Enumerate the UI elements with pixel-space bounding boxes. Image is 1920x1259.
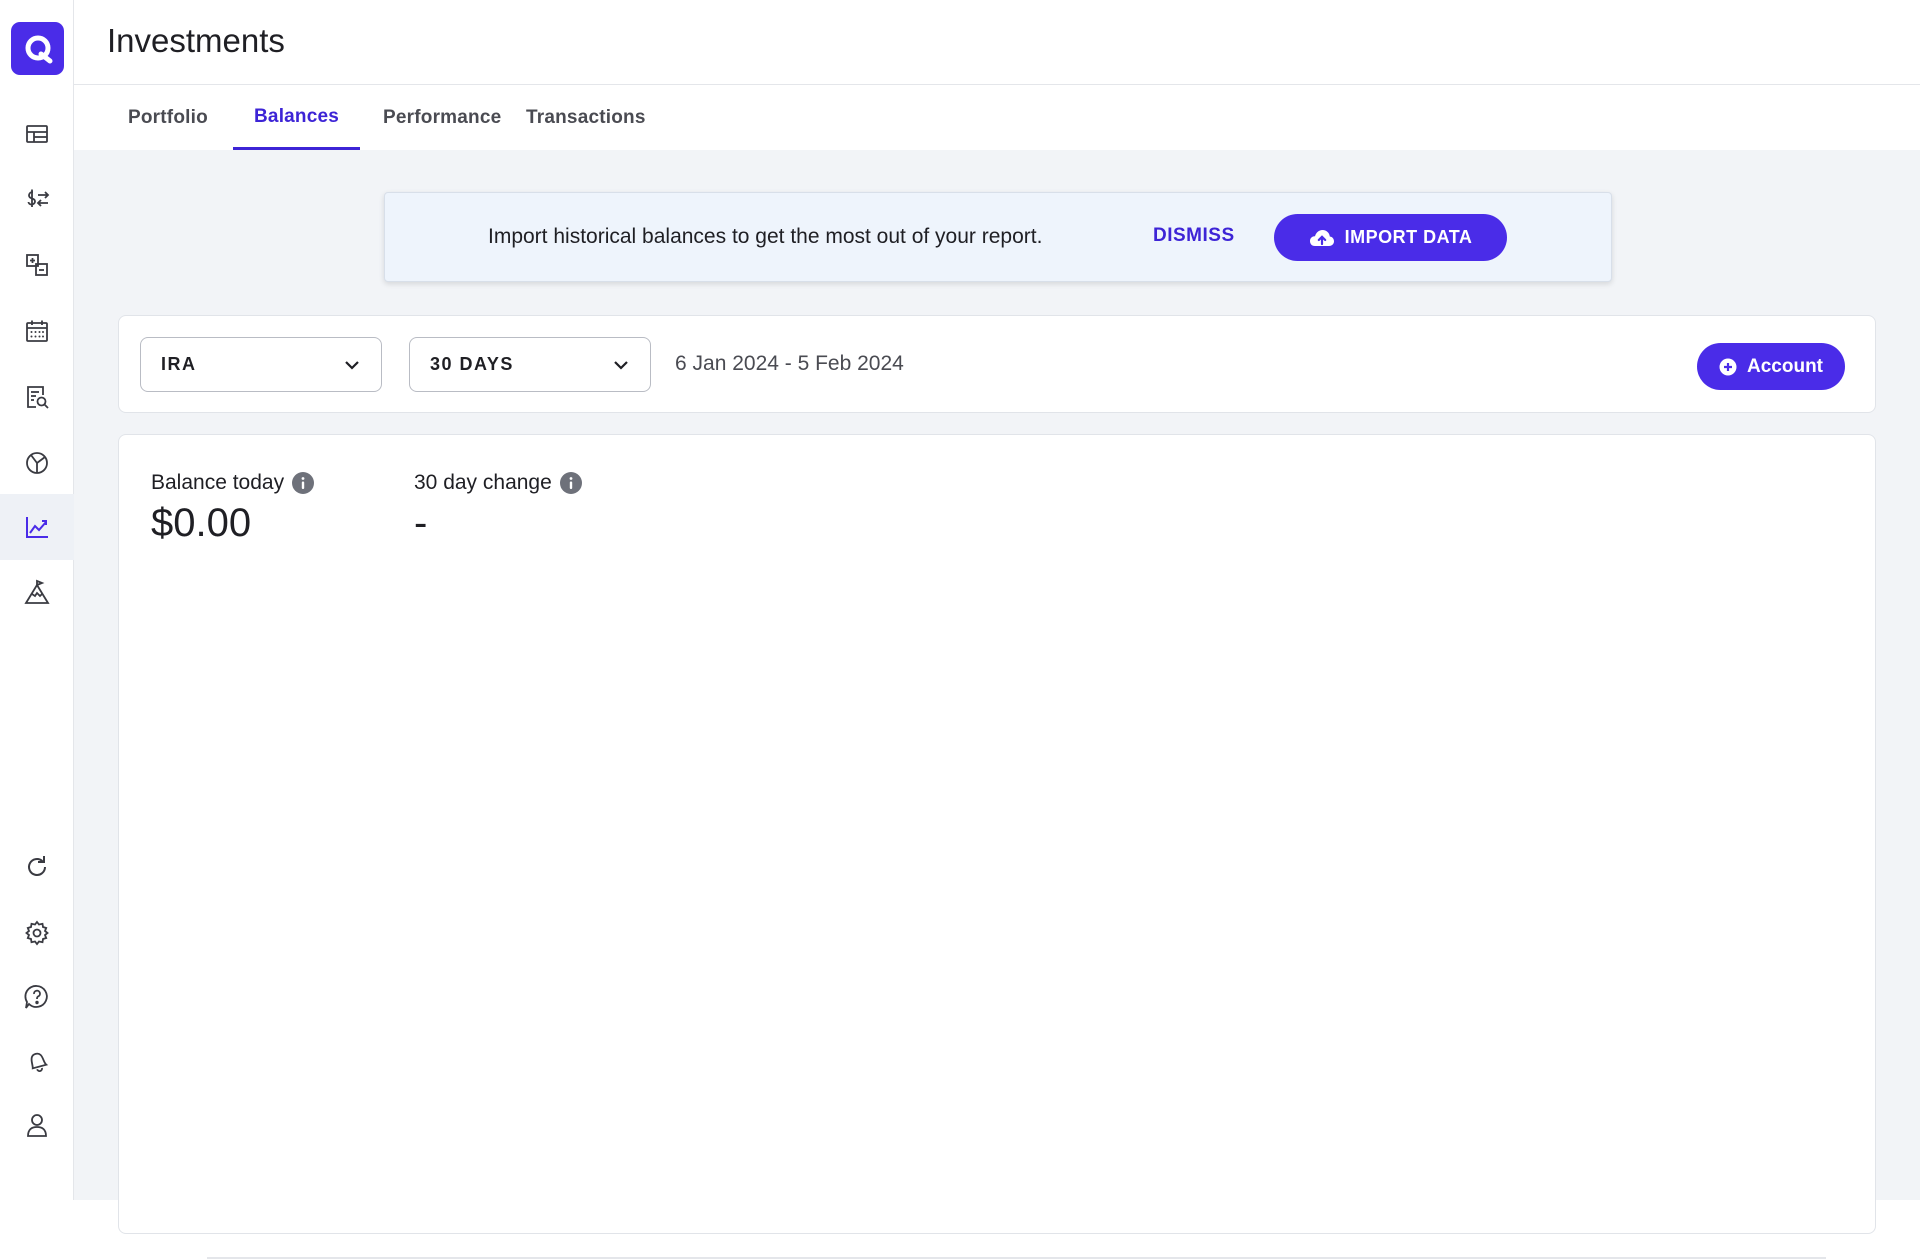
tab-performance[interactable]: Performance — [362, 86, 522, 150]
tab-bar: Portfolio Balances Performance Transacti… — [74, 86, 1920, 150]
quicken-logo-icon — [25, 35, 52, 63]
balance-card: Balance today $0.00 30 day change - — [118, 434, 1876, 1259]
nav-refresh[interactable] — [0, 834, 74, 900]
categories-icon — [26, 254, 48, 276]
balance-today-label: Balance today — [151, 471, 285, 494]
plus-circle-icon — [1719, 358, 1737, 375]
spending-pie-icon — [26, 452, 48, 474]
refresh-icon — [28, 856, 46, 876]
app-logo[interactable] — [11, 22, 64, 75]
settings-icon — [25, 920, 49, 946]
investments-icon — [26, 517, 48, 538]
import-data-button[interactable]: IMPORT DATA — [1274, 214, 1507, 261]
period-select-value: 30 DAYS — [430, 354, 514, 374]
tab-transactions[interactable]: Transactions — [505, 86, 667, 150]
profile-icon — [27, 1114, 47, 1137]
tab-portfolio[interactable]: Portfolio — [107, 86, 229, 150]
balance-today-value: $0.00 — [151, 501, 252, 545]
account-select-value: IRA — [161, 354, 197, 374]
sidebar — [0, 0, 74, 1200]
thirty-day-change-value: - — [414, 501, 428, 545]
page-title: Investments — [107, 22, 285, 59]
account-select[interactable]: IRA — [140, 337, 382, 392]
nav-settings[interactable] — [0, 900, 74, 966]
nav-planning[interactable] — [0, 560, 74, 626]
filter-bar: IRA 30 DAYS 6 Jan 2024 - 5 Feb 2024 Acco… — [118, 315, 1876, 413]
cloud-upload-icon — [1309, 229, 1334, 246]
import-data-label: IMPORT DATA — [1344, 227, 1473, 247]
nav-reports[interactable] — [0, 364, 74, 430]
help-icon — [24, 985, 48, 1009]
info-icon[interactable] — [559, 472, 582, 494]
planning-icon — [24, 579, 50, 604]
nav-profile[interactable] — [0, 1092, 74, 1158]
info-icon[interactable] — [292, 472, 315, 494]
nav-dashboard[interactable] — [0, 101, 74, 167]
nav-spending[interactable] — [0, 430, 74, 496]
transactions-icon — [27, 189, 50, 207]
nav-categories[interactable] — [0, 232, 74, 298]
chevron-down-icon — [345, 360, 359, 370]
notifications-icon — [30, 1052, 49, 1072]
dismiss-button[interactable]: DISMISS — [1153, 225, 1235, 247]
add-account-label: Account — [1747, 355, 1823, 377]
chevron-down-icon — [614, 360, 628, 370]
tab-balances[interactable]: Balances — [233, 86, 361, 150]
thirty-day-change-stat: 30 day change - — [414, 471, 582, 546]
nav-transactions[interactable] — [0, 166, 74, 232]
nav-notifications[interactable] — [0, 1028, 74, 1094]
date-range: 6 Jan 2024 - 5 Feb 2024 — [675, 352, 904, 375]
thirty-day-change-label: 30 day change — [414, 471, 552, 494]
page-header: Investments — [74, 0, 1920, 85]
reports-icon — [27, 386, 49, 409]
import-banner: Import historical balances to get the mo… — [384, 192, 1612, 282]
nav-calendar[interactable] — [0, 298, 74, 364]
main-content: Import historical balances to get the mo… — [74, 150, 1920, 1259]
banner-message: Import historical balances to get the mo… — [488, 225, 1043, 248]
calendar-icon — [26, 320, 48, 342]
period-select[interactable]: 30 DAYS — [409, 337, 651, 392]
balance-today-stat: Balance today $0.00 — [151, 471, 315, 546]
nav-investments[interactable] — [0, 494, 74, 560]
add-account-button[interactable]: Account — [1697, 343, 1845, 390]
nav-help[interactable] — [0, 964, 74, 1030]
dashboard-icon — [26, 125, 48, 143]
